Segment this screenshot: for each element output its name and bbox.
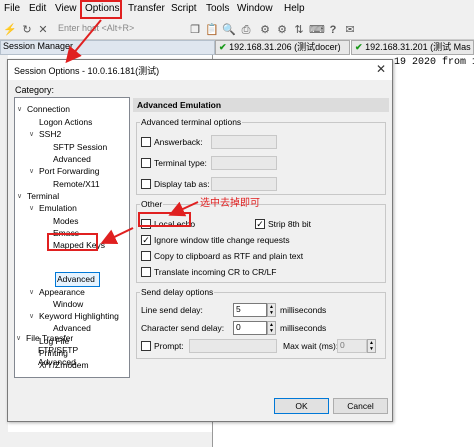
arrow-options-to-dialog [65, 19, 102, 64]
annotation-arrows [65, 19, 199, 244]
arrow-to-local-echo [168, 201, 199, 217]
arrow-to-advanced [100, 227, 134, 244]
